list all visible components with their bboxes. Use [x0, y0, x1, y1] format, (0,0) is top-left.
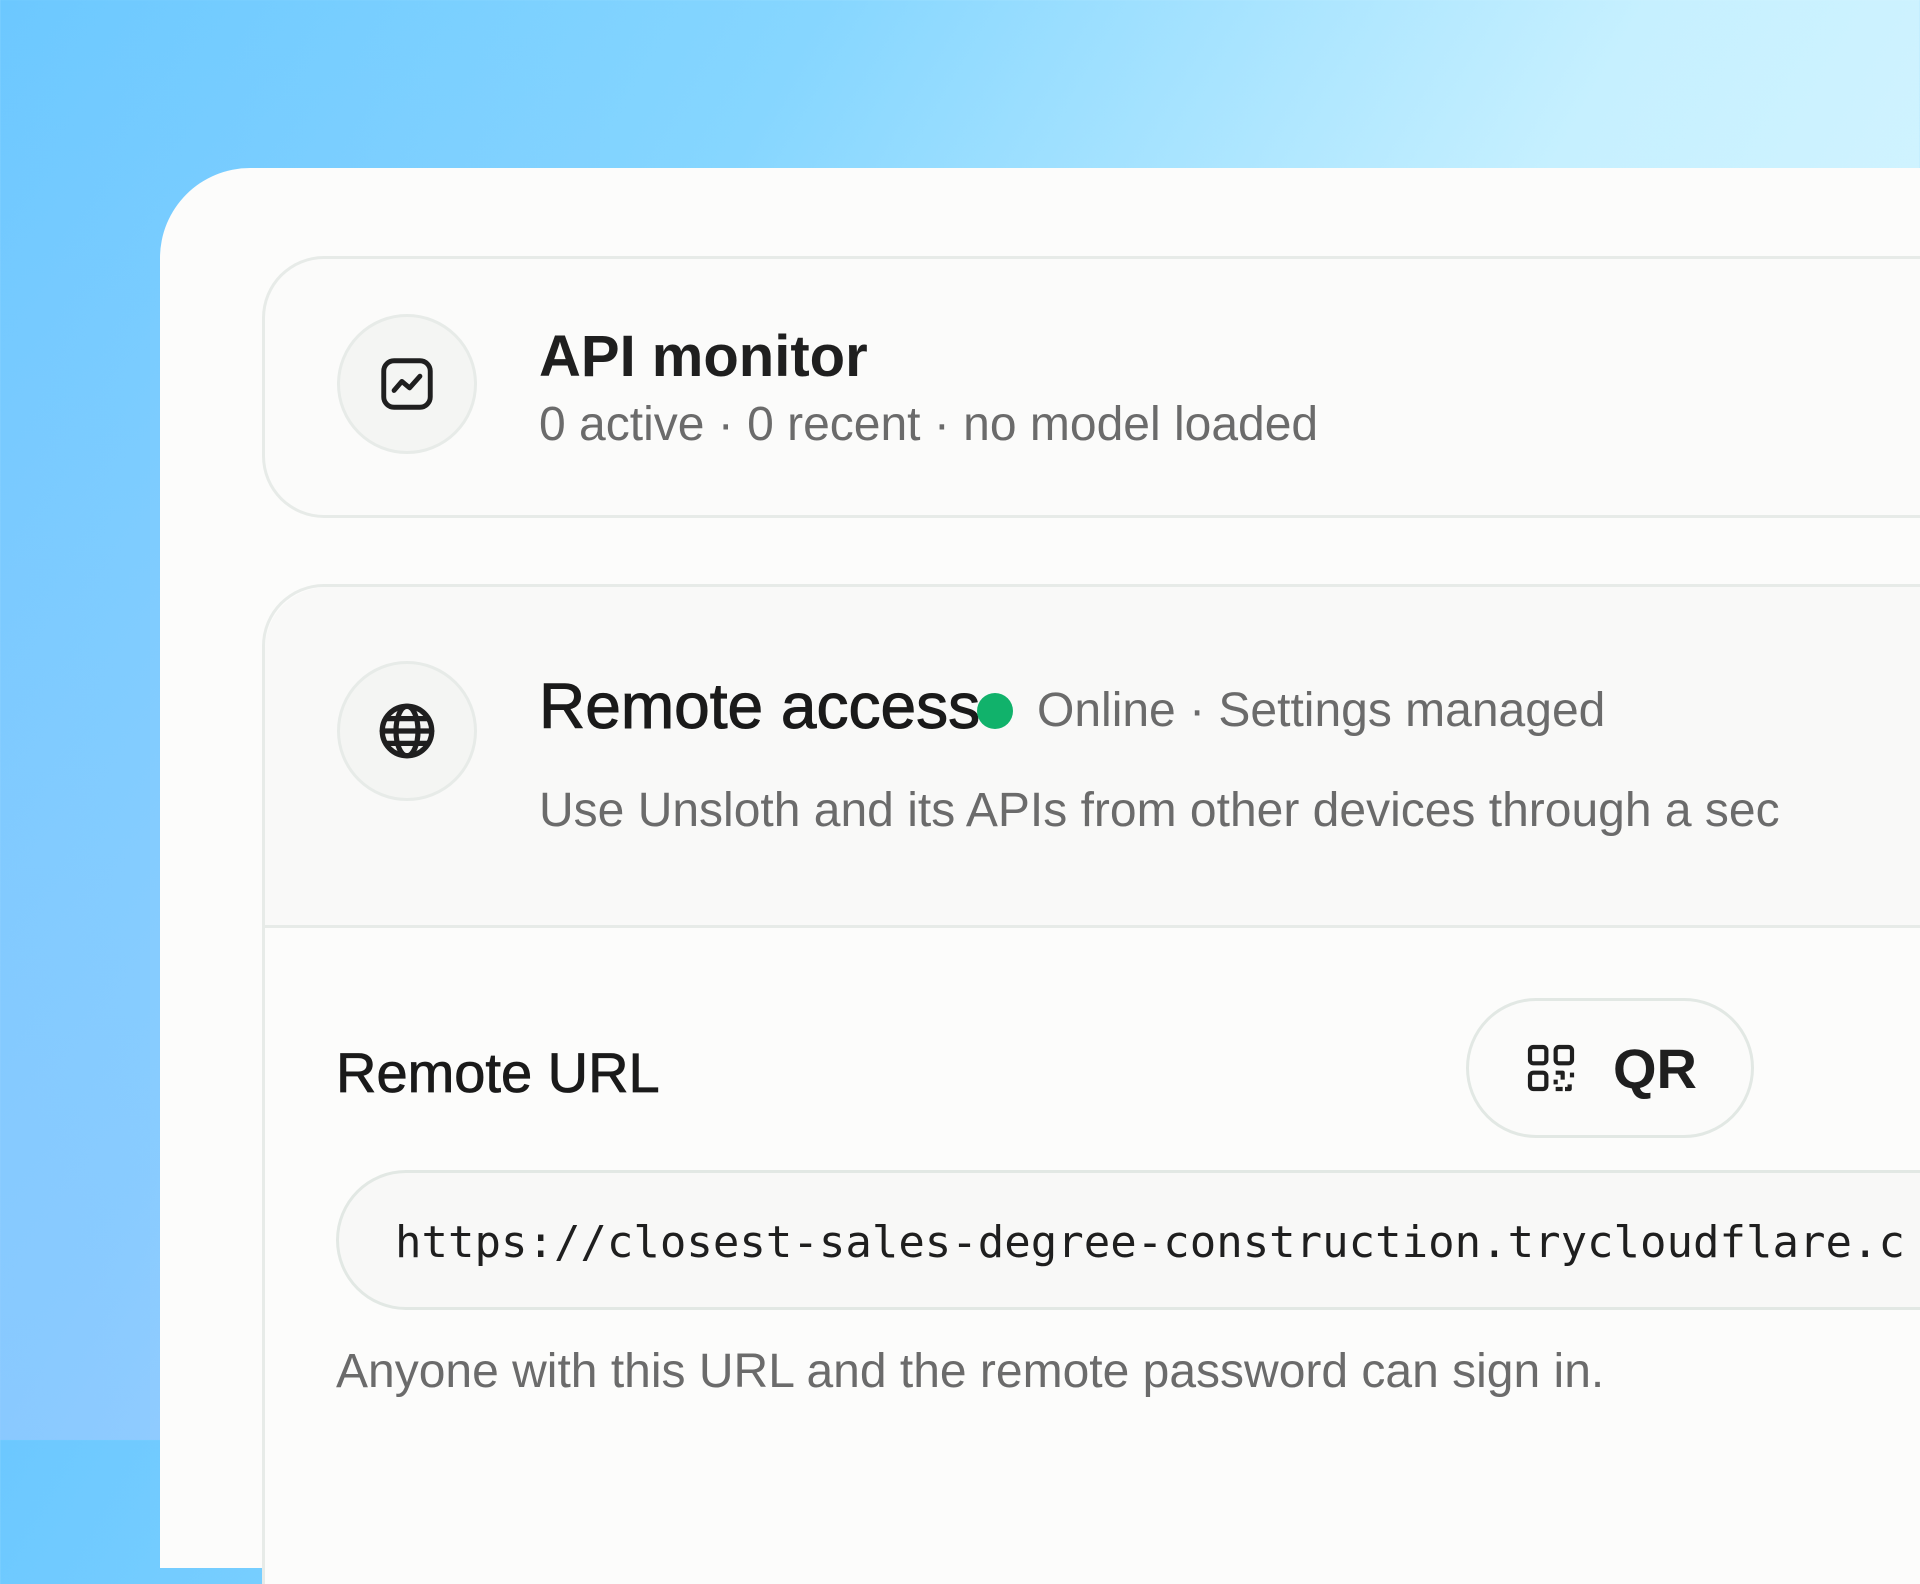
remote-url-field[interactable]: https://closest-sales-degree-constructio… [336, 1170, 1920, 1310]
api-monitor-title: API monitor [539, 324, 868, 389]
globe-icon [337, 661, 477, 801]
qr-button[interactable]: QR [1466, 998, 1754, 1138]
api-monitor-subtitle: 0 active · 0 recent · no model loaded [539, 398, 1319, 451]
qr-button-label: QR [1613, 1036, 1697, 1100]
online-status-dot [977, 693, 1013, 729]
remote-access-header[interactable] [265, 587, 1920, 928]
remote-url-label: Remote URL [336, 1041, 660, 1105]
app-window: API monitor 0 active · 0 recent · no mod… [160, 168, 1920, 1584]
activity-chart-icon [337, 314, 477, 454]
remote-url-value: https://closest-sales-degree-constructio… [395, 1217, 1905, 1268]
remote-url-note: Anyone with this URL and the remote pass… [336, 1345, 1605, 1398]
remote-access-title: Remote access [538, 670, 981, 743]
qr-code-icon [1523, 1040, 1579, 1096]
remote-access-status: Online · Settings managed [1037, 684, 1606, 737]
api-monitor-card[interactable]: API monitor 0 active · 0 recent · no mod… [262, 256, 1920, 518]
remote-access-description: Use Unsloth and its APIs from other devi… [539, 784, 1780, 837]
